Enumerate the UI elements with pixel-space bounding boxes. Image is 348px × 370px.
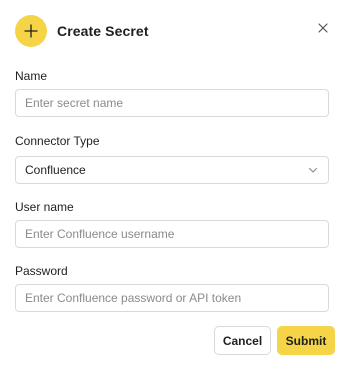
dialog-header: Create Secret (15, 15, 149, 47)
username-label: User name (15, 200, 74, 214)
password-label: Password (15, 264, 68, 278)
chevron-down-icon (308, 167, 318, 173)
dialog-title: Create Secret (57, 23, 149, 39)
plus-icon (15, 15, 47, 47)
create-secret-dialog: Create Secret Name Connector Type Conflu… (0, 0, 348, 370)
username-input[interactable] (25, 221, 319, 247)
submit-button[interactable]: Submit (277, 326, 335, 355)
password-input[interactable] (25, 285, 319, 311)
connector-type-value: Confluence (25, 163, 86, 177)
name-field-wrapper (15, 89, 329, 117)
username-field-wrapper (15, 220, 329, 248)
cancel-button[interactable]: Cancel (214, 326, 271, 355)
close-icon[interactable] (316, 21, 330, 35)
connector-type-label: Connector Type (15, 134, 100, 148)
name-label: Name (15, 69, 48, 83)
connector-type-select[interactable]: Confluence (15, 156, 329, 184)
password-field-wrapper (15, 284, 329, 312)
name-input[interactable] (25, 90, 319, 116)
